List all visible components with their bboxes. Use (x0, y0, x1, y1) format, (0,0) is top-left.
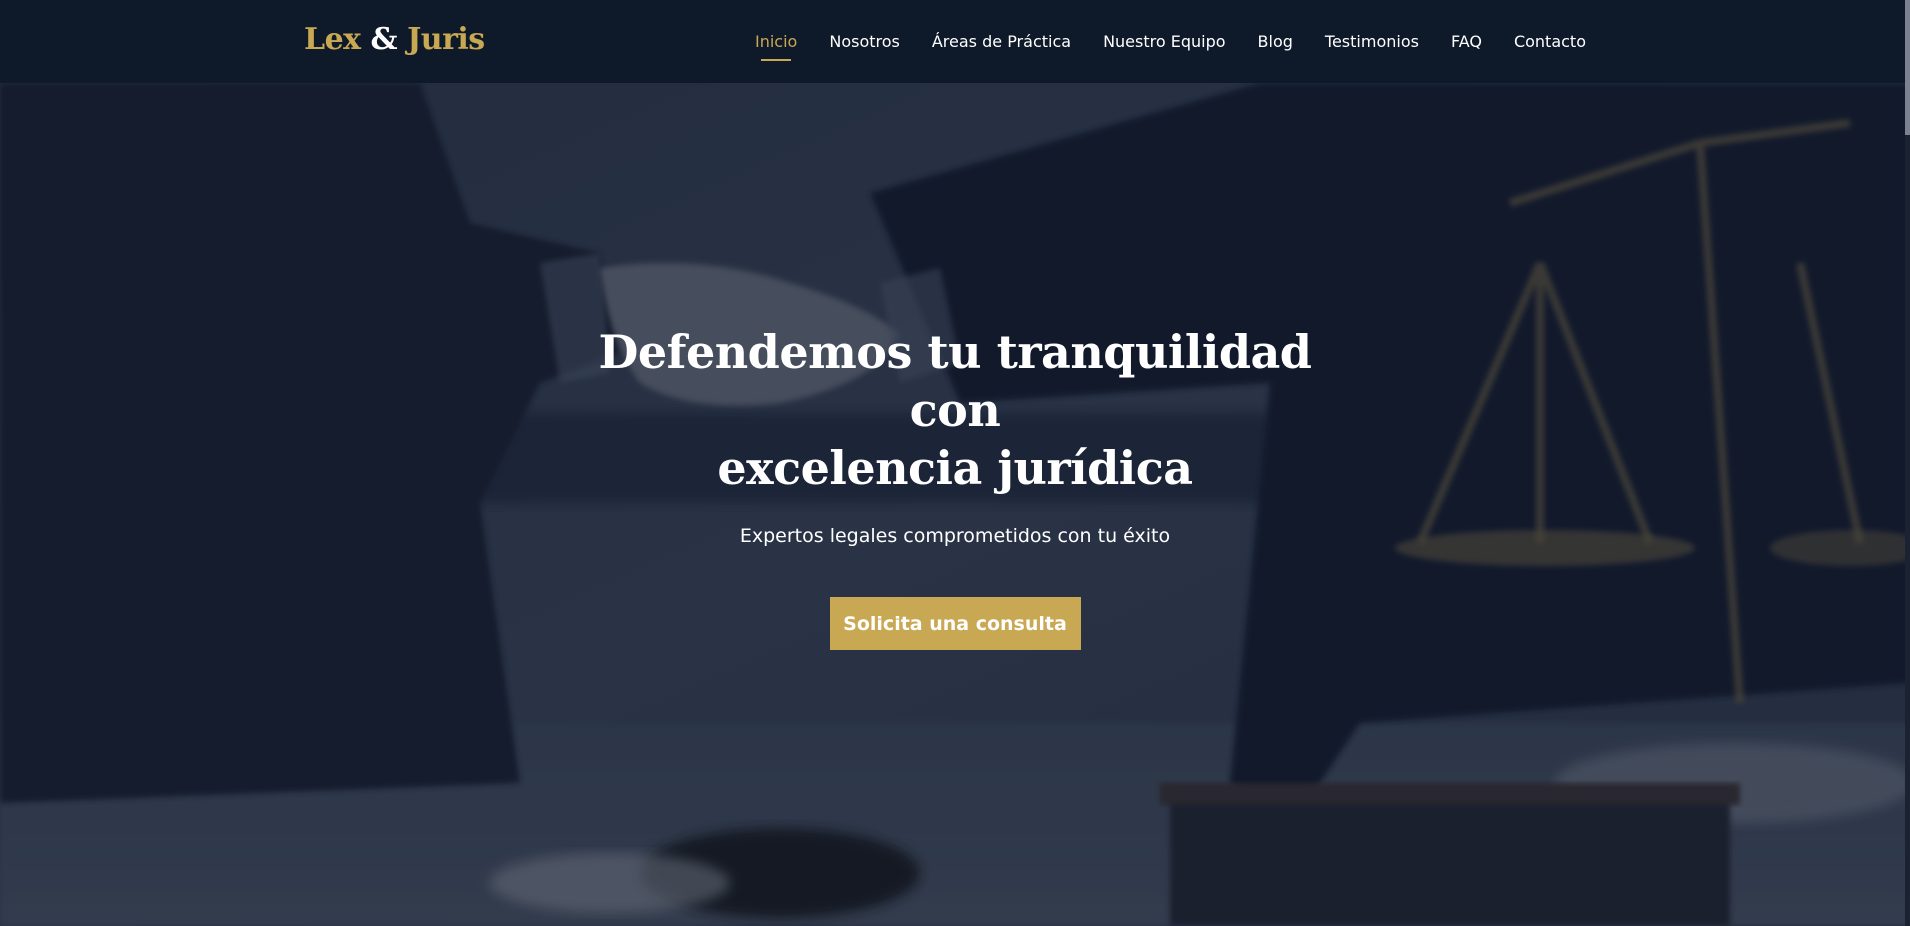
logo-text-juris: Juris (407, 22, 485, 57)
hero-subtitle: Expertos legales comprometidos con tu éx… (739, 525, 1171, 547)
nav-item-areas-de-practica[interactable]: Áreas de Práctica (932, 24, 1071, 59)
main-nav: Inicio Nosotros Áreas de Práctica Nuestr… (755, 0, 1586, 83)
brand-logo[interactable]: Lex & Juris (304, 22, 485, 57)
hero-title-line-1: Defendemos tu tranquilidad con (598, 325, 1312, 437)
hero-content: Defendemos tu tranquilidad con excelenci… (0, 323, 1910, 650)
logo-text-lex: Lex (304, 22, 361, 57)
nav-item-contacto[interactable]: Contacto (1514, 24, 1586, 59)
nav-item-blog[interactable]: Blog (1258, 24, 1293, 59)
navbar: Lex & Juris Inicio Nosotros Áreas de Prá… (0, 0, 1910, 83)
nav-item-nosotros[interactable]: Nosotros (829, 24, 900, 59)
page-scrollbar[interactable] (1905, 0, 1910, 926)
hero-title-line-2: excelencia jurídica (717, 441, 1193, 495)
nav-item-nuestro-equipo[interactable]: Nuestro Equipo (1103, 24, 1225, 59)
request-consultation-button[interactable]: Solicita una consulta (829, 597, 1081, 650)
nav-item-inicio[interactable]: Inicio (755, 24, 797, 59)
nav-item-faq[interactable]: FAQ (1451, 24, 1482, 59)
hero-section: Defendemos tu tranquilidad con excelenci… (0, 83, 1910, 926)
page: Lex & Juris Inicio Nosotros Áreas de Prá… (0, 0, 1910, 926)
logo-ampersand: & (370, 22, 398, 57)
nav-item-testimonios[interactable]: Testimonios (1325, 24, 1419, 59)
hero-title: Defendemos tu tranquilidad con excelenci… (555, 323, 1355, 497)
scrollbar-thumb[interactable] (1905, 0, 1910, 135)
